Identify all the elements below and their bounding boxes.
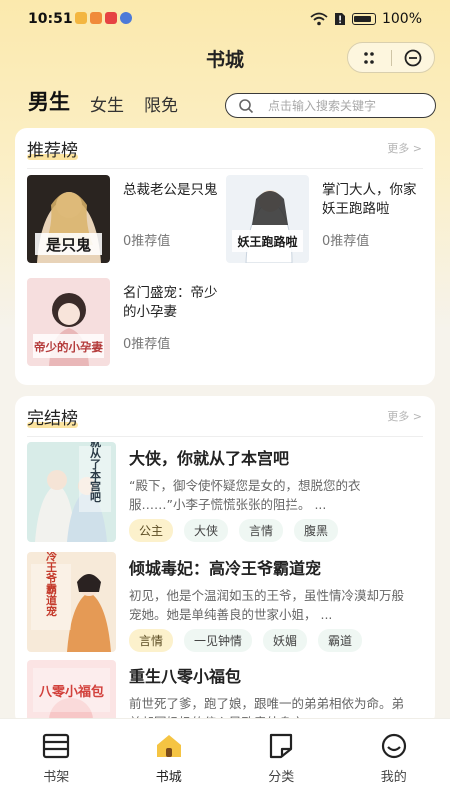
- tag[interactable]: 大侠: [184, 519, 229, 542]
- sim-alert-icon: [334, 13, 345, 25]
- cover-title-text: 帝少的小孕妻: [34, 340, 103, 354]
- book-item[interactable]: 高冷王爷霸道宠 倾城毒妃：高冷王爷霸道宠 初见，他是个温润如玉的王爷，虽性情冷漠…: [27, 552, 423, 652]
- book-cover[interactable]: 你就从了本宫吧: [27, 442, 116, 542]
- book-item[interactable]: 妖王跑路啦 掌门大人，你家妖王跑路啦 0推荐值: [226, 175, 417, 265]
- wifi-icon: [310, 12, 328, 26]
- book-description: “殿下，御令使怀疑您是女的，想脱您的衣服……”小李子慌慌张张的阻拦。 ...: [129, 478, 361, 512]
- tabbar-item-bookstore[interactable]: 书城: [113, 719, 226, 800]
- gender-tabs: 男生 女生 限免: [28, 88, 178, 122]
- tag[interactable]: 腹黑: [294, 519, 339, 542]
- search-placeholder: 点击输入搜索关键字: [268, 99, 377, 113]
- book-cover[interactable]: 高冷王爷霸道宠: [27, 552, 116, 652]
- section-title: 推荐榜: [27, 136, 78, 161]
- section-divider: [27, 436, 423, 437]
- book-title: 掌门大人，你家妖王跑路啦: [322, 182, 417, 217]
- tabbar-label: 我的: [380, 770, 407, 785]
- book-item[interactable]: 帝少的小孕妻 名门盛宠：帝少的小孕妻 0推荐值: [27, 278, 218, 368]
- book-cover[interactable]: 妖王跑路啦: [226, 175, 309, 263]
- book-title: 大侠，你就从了本宫吧: [129, 449, 290, 468]
- bottom-tab-bar: 书架 书城 分类 我的: [0, 718, 450, 800]
- book-description: 初见，他是个温润如玉的王爷，虽性情冷漠却万般宠她。她是单纯善良的世家小姐， ..…: [129, 588, 405, 622]
- section-divider: [27, 168, 423, 169]
- book-cover[interactable]: 八零小福包: [27, 660, 116, 726]
- book-title: 倾城毒妃：高冷王爷霸道宠: [129, 559, 322, 578]
- book-item[interactable]: 是只鬼 总裁老公是只鬼 0推荐值: [27, 175, 218, 265]
- recommend-count: 0推荐值: [322, 234, 370, 249]
- book-item[interactable]: 你就从了本宫吧 大侠，你就从了本宫吧 “殿下，御令使怀疑您是女的，想脱您的衣服……: [27, 442, 423, 542]
- more-dots-icon: [364, 51, 375, 64]
- tabbar-label: 分类: [268, 770, 295, 785]
- status-time: 10:51: [28, 11, 73, 27]
- tag-list: 公主 大侠 言情 腹黑: [129, 519, 339, 542]
- section-title: 完结榜: [27, 404, 78, 429]
- category-icon: [270, 733, 293, 759]
- recommend-count: 0推荐值: [123, 234, 171, 249]
- cover-title-text: 是只鬼: [45, 236, 91, 254]
- tab-female[interactable]: 女生: [90, 91, 124, 122]
- more-link[interactable]: 更多 >: [387, 408, 422, 424]
- close-program-button[interactable]: [392, 43, 435, 72]
- tag[interactable]: 霸道: [318, 629, 363, 652]
- book-title: 名门盛宠：帝少的小孕妻: [123, 285, 218, 320]
- finished-section: 完结榜 更多 > 你就从了本宫吧 大侠，你就从了本宫吧 “殿下，御令使怀疑您是女…: [15, 396, 435, 726]
- book-item[interactable]: 八零小福包 重生八零小福包 前世死了爹，跑了娘，跟唯一的弟弟相依为命。弟弟却因奶…: [27, 660, 423, 726]
- search-icon: [239, 98, 254, 113]
- tabbar-item-profile[interactable]: 我的: [338, 719, 450, 800]
- tabbar-label: 书架: [43, 770, 70, 785]
- book-cover[interactable]: 是只鬼: [27, 175, 110, 263]
- tag[interactable]: 言情: [239, 519, 284, 542]
- tag[interactable]: 公主: [129, 519, 174, 542]
- more-menu-button[interactable]: [348, 43, 391, 72]
- recommend-section: 推荐榜 更多 > 是只鬼 总裁老公是只鬼 0推荐值 妖王跑路啦 掌门大人，你家妖…: [15, 128, 435, 385]
- search-input[interactable]: 点击输入搜索关键字: [225, 93, 436, 118]
- tabbar-label: 书城: [155, 770, 182, 785]
- battery-icon: [351, 13, 376, 25]
- tag[interactable]: 一见钟情: [184, 629, 253, 652]
- book-title: 重生八零小福包: [129, 667, 242, 686]
- tabbar-item-category[interactable]: 分类: [225, 719, 338, 800]
- tag[interactable]: 言情: [129, 629, 174, 652]
- book-title: 总裁老公是只鬼: [123, 182, 218, 198]
- status-right: 100%: [310, 11, 422, 27]
- close-circle-icon: [404, 49, 422, 66]
- battery-level: 100%: [381, 11, 422, 27]
- tab-free[interactable]: 限免: [144, 91, 178, 122]
- notification-app-icon: [75, 12, 87, 24]
- notification-icons: [75, 12, 132, 24]
- notification-app-icon: [120, 12, 132, 24]
- book-cover[interactable]: 帝少的小孕妻: [27, 278, 110, 366]
- tab-male[interactable]: 男生: [28, 86, 70, 122]
- cover-title-text: 八零小福包: [38, 684, 104, 700]
- cover-title-text: 你就从了本宫吧: [89, 442, 103, 503]
- tabbar-item-bookshelf[interactable]: 书架: [0, 719, 113, 800]
- tag-list: 言情 一见钟情 妖媚 霸道: [129, 629, 363, 652]
- bookstore-house-icon: [156, 735, 181, 757]
- notification-app-icon: [90, 12, 102, 24]
- more-link[interactable]: 更多 >: [387, 140, 422, 156]
- tag[interactable]: 妖媚: [263, 629, 308, 652]
- recommend-count: 0推荐值: [123, 337, 171, 352]
- profile-icon: [381, 733, 406, 759]
- bookshelf-icon: [43, 733, 70, 759]
- cover-title-text: 妖王跑路啦: [237, 234, 297, 249]
- mini-program-capsule[interactable]: [347, 42, 435, 73]
- status-bar: 10:51 100%: [0, 0, 450, 38]
- cover-title-text: 高冷王爷霸道宠: [45, 552, 59, 617]
- notification-app-icon: [105, 12, 117, 24]
- title-bar: 书城: [0, 38, 450, 78]
